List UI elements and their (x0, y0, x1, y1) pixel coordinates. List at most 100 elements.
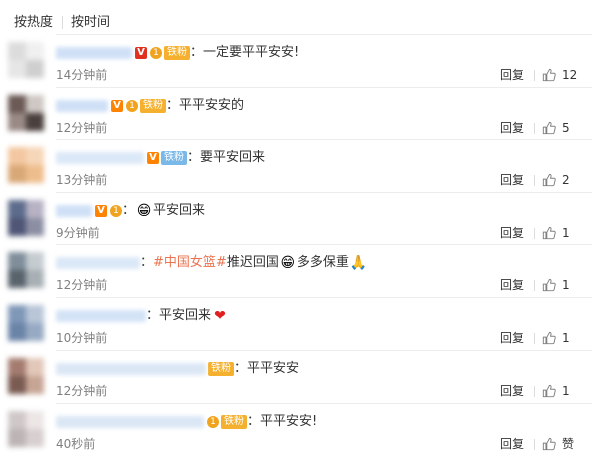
action-divider (534, 333, 535, 344)
comment-text: 推迟回国 (226, 255, 279, 270)
comment-item: V 1 铁粉：平平安安的 12分钟前 回复 5 (0, 87, 592, 139)
reply-button[interactable]: 回复 (500, 383, 524, 399)
comment-text: 平平安安的 (179, 98, 245, 113)
reply-button[interactable]: 回复 (500, 277, 524, 293)
comment-item: V 1 铁粉：一定要平平安安! 14分钟前 回复 12 (0, 34, 592, 86)
avatar-pixel (26, 147, 44, 165)
username[interactable] (56, 363, 206, 375)
comment-text: 多多保重 (296, 255, 349, 270)
comment-time: 13分钟前 (56, 173, 108, 187)
sort-divider (62, 16, 63, 29)
comment-colon: ： (187, 150, 201, 165)
comment-time: 40秒前 (56, 437, 96, 451)
avatar-pixel (8, 165, 26, 183)
comment-time: 12分钟前 (56, 278, 108, 292)
fan-badge: 铁粉 (208, 362, 234, 376)
comment-item: 1 铁粉：平平安安! 40秒前 回复 赞 (0, 403, 592, 455)
avatar-pixel (26, 305, 44, 323)
username[interactable] (56, 152, 144, 164)
reply-button[interactable]: 回复 (500, 225, 524, 241)
avatar[interactable] (8, 411, 44, 447)
comment-divider (56, 244, 592, 245)
action-divider (534, 175, 535, 186)
avatar-pixel (8, 270, 26, 288)
reply-button[interactable]: 回复 (500, 67, 524, 83)
comment-footer: 12分钟前 回复 1 (56, 383, 584, 399)
comment-footer: 40秒前 回复 赞 (56, 436, 584, 452)
avatar[interactable] (8, 147, 44, 183)
action-divider (534, 70, 535, 81)
comment-colon: ： (234, 361, 248, 376)
like-button[interactable]: 12 (542, 67, 577, 83)
thumbs-up-icon (542, 437, 556, 451)
comment-text: 一定要平平安安! (203, 45, 300, 60)
avatar-pixel (26, 42, 44, 60)
avatar-pixel (26, 165, 44, 183)
fan-badge: 铁粉 (161, 151, 187, 165)
grin-emoji: 😁 (280, 255, 296, 271)
like-button[interactable]: 1 (542, 225, 570, 241)
verified-badge-icon: V (111, 100, 123, 112)
topic-link[interactable]: #中国女篮# (153, 253, 227, 273)
comment-item: ：平安回来 ❤ 10分钟前 回复 1 (0, 297, 592, 349)
comment-footer: 14分钟前 回复 12 (56, 67, 584, 83)
comment-item: ： #中国女篮# 推迟回国 😁 多多保重 🙏 12分钟前 回复 1 (0, 244, 592, 296)
pray-emoji: 🙏 (349, 255, 368, 271)
avatar-pixel (26, 95, 44, 113)
like-button[interactable]: 1 (542, 330, 570, 346)
reply-button[interactable]: 回复 (500, 436, 524, 452)
sort-by-hot-tab[interactable]: 按热度 (14, 14, 53, 31)
action-divider (534, 386, 535, 397)
thumbs-up-icon (542, 173, 556, 187)
avatar-pixel (26, 358, 44, 376)
comment-time: 14分钟前 (56, 68, 108, 82)
comment-divider (56, 139, 592, 140)
like-button[interactable]: 2 (542, 172, 570, 188)
like-button[interactable]: 赞 (542, 436, 574, 452)
sort-bar: 按热度 按时间 (0, 0, 592, 34)
like-button[interactable]: 1 (542, 383, 570, 399)
like-button[interactable]: 1 (542, 277, 570, 293)
avatar-pixel (8, 358, 26, 376)
username[interactable] (56, 257, 140, 269)
avatar-pixel (26, 376, 44, 394)
comment-colon: ： (140, 255, 154, 270)
comment-colon: ： (146, 308, 160, 323)
thumbs-up-icon (542, 384, 556, 398)
like-count: 2 (562, 173, 570, 187)
username[interactable] (56, 416, 204, 428)
reply-button[interactable]: 回复 (500, 120, 524, 136)
smile-emoji: 😁 (136, 203, 152, 219)
reply-button[interactable]: 回复 (500, 172, 524, 188)
comment-time: 12分钟前 (56, 121, 108, 135)
avatar[interactable] (8, 200, 44, 236)
avatar-pixel (26, 218, 44, 236)
action-divider (534, 280, 535, 291)
username[interactable] (56, 100, 108, 112)
sort-by-time-tab[interactable]: 按时间 (71, 14, 110, 31)
avatar[interactable] (8, 42, 44, 78)
avatar-pixel (8, 323, 26, 341)
action-divider (534, 228, 535, 239)
comment-footer: 13分钟前 回复 2 (56, 172, 584, 188)
username[interactable] (56, 205, 92, 217)
level-badge-icon: 1 (207, 416, 219, 428)
reply-button[interactable]: 回复 (500, 330, 524, 346)
comment-text: 要平安回来 (200, 150, 266, 165)
like-count: 12 (562, 68, 578, 82)
like-button[interactable]: 5 (542, 120, 570, 136)
username[interactable] (56, 310, 146, 322)
avatar[interactable] (8, 252, 44, 288)
avatar[interactable] (8, 95, 44, 131)
avatar-pixel (26, 323, 44, 341)
comment-time: 10分钟前 (56, 331, 108, 345)
avatar[interactable] (8, 358, 44, 394)
avatar-pixel (8, 200, 26, 218)
comment-headline: V 1 铁粉：平平安安的 (56, 96, 244, 116)
comment-headline: 铁粉：平平安安 (56, 359, 299, 379)
username[interactable] (56, 47, 132, 59)
comment-text: 平安回来 (153, 203, 206, 218)
avatar-pixel (26, 429, 44, 447)
avatar[interactable] (8, 305, 44, 341)
comment-item: V 铁粉：要平安回来 13分钟前 回复 2 (0, 139, 592, 191)
